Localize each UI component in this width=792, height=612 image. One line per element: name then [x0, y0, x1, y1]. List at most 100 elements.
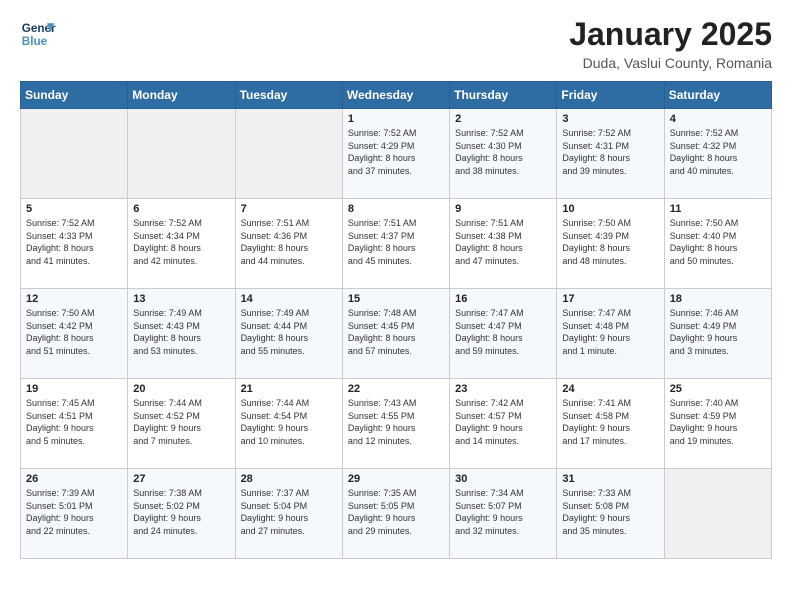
- day-info: Sunrise: 7:49 AM Sunset: 4:44 PM Dayligh…: [241, 307, 337, 357]
- calendar-cell: 31 Sunrise: 7:33 AM Sunset: 5:08 PM Dayli…: [557, 469, 664, 559]
- calendar-cell: 2 Sunrise: 7:52 AM Sunset: 4:30 PM Daylig…: [450, 109, 557, 199]
- calendar-week-3: 12 Sunrise: 7:50 AM Sunset: 4:42 PM Dayli…: [21, 289, 772, 379]
- calendar-cell: 25Sunrise: 7:40 AM Sunset: 4:59 PM Dayli…: [664, 379, 771, 469]
- day-info: Sunrise: 7:51 AM Sunset: 4:38 PM Dayligh…: [455, 217, 551, 267]
- calendar-cell: 23 Sunrise: 7:42 AM Sunset: 4:57 PM Dayli…: [450, 379, 557, 469]
- day-number: 31: [562, 473, 658, 485]
- calendar-week-2: 5 Sunrise: 7:52 AM Sunset: 4:33 PM Daylig…: [21, 199, 772, 289]
- day-number: 29: [348, 473, 444, 485]
- day-info: Sunrise: 7:52 AM Sunset: 4:30 PM Dayligh…: [455, 127, 551, 177]
- location: Duda, Vaslui County, Romania: [569, 55, 772, 71]
- day-info: Sunrise: 7:50 AM Sunset: 4:40 PM Dayligh…: [670, 217, 766, 267]
- calendar-cell: 14 Sunrise: 7:49 AM Sunset: 4:44 PM Dayli…: [235, 289, 342, 379]
- month-title: January 2025: [569, 16, 772, 53]
- header: General Blue January 2025 Duda, Vaslui C…: [20, 16, 772, 71]
- calendar-cell: 8Sunrise: 7:51 AM Sunset: 4:37 PM Daylig…: [342, 199, 449, 289]
- day-number: 10: [562, 203, 658, 215]
- calendar-cell: 5 Sunrise: 7:52 AM Sunset: 4:33 PM Daylig…: [21, 199, 128, 289]
- day-number: 12: [26, 293, 122, 305]
- calendar-cell: [21, 109, 128, 199]
- day-number: 24: [562, 383, 658, 395]
- svg-text:Blue: Blue: [22, 35, 48, 48]
- calendar-cell: [235, 109, 342, 199]
- calendar-cell: 6 Sunrise: 7:52 AM Sunset: 4:34 PM Daylig…: [128, 199, 235, 289]
- day-number: 5: [26, 203, 122, 215]
- day-header-thursday: Thursday: [450, 82, 557, 109]
- day-number: 22: [348, 383, 444, 395]
- day-number: 21: [241, 383, 337, 395]
- day-number: 19: [26, 383, 122, 395]
- day-info: Sunrise: 7:45 AM Sunset: 4:51 PM Dayligh…: [26, 397, 122, 447]
- day-number: 2: [455, 113, 551, 125]
- calendar: SundayMondayTuesdayWednesdayThursdayFrid…: [20, 81, 772, 559]
- calendar-cell: 19 Sunrise: 7:45 AM Sunset: 4:51 PM Dayli…: [21, 379, 128, 469]
- day-number: 23: [455, 383, 551, 395]
- day-info: Sunrise: 7:47 AM Sunset: 4:48 PM Dayligh…: [562, 307, 658, 357]
- day-number: 11: [670, 203, 766, 215]
- day-header-monday: Monday: [128, 82, 235, 109]
- day-info: Sunrise: 7:52 AM Sunset: 4:31 PM Dayligh…: [562, 127, 658, 177]
- day-info: Sunrise: 7:52 AM Sunset: 4:32 PM Dayligh…: [670, 127, 766, 177]
- day-info: Sunrise: 7:35 AM Sunset: 5:05 PM Dayligh…: [348, 487, 444, 537]
- calendar-cell: 21 Sunrise: 7:44 AM Sunset: 4:54 PM Dayli…: [235, 379, 342, 469]
- day-number: 26: [26, 473, 122, 485]
- day-info: Sunrise: 7:41 AM Sunset: 4:58 PM Dayligh…: [562, 397, 658, 447]
- calendar-cell: 22Sunrise: 7:43 AM Sunset: 4:55 PM Dayli…: [342, 379, 449, 469]
- day-number: 4: [670, 113, 766, 125]
- day-number: 13: [133, 293, 229, 305]
- day-info: Sunrise: 7:51 AM Sunset: 4:37 PM Dayligh…: [348, 217, 444, 267]
- day-info: Sunrise: 7:52 AM Sunset: 4:34 PM Dayligh…: [133, 217, 229, 267]
- day-header-tuesday: Tuesday: [235, 82, 342, 109]
- calendar-cell: 29 Sunrise: 7:35 AM Sunset: 5:05 PM Dayli…: [342, 469, 449, 559]
- calendar-cell: [664, 469, 771, 559]
- day-info: Sunrise: 7:39 AM Sunset: 5:01 PM Dayligh…: [26, 487, 122, 537]
- day-number: 28: [241, 473, 337, 485]
- calendar-cell: 15Sunrise: 7:48 AM Sunset: 4:45 PM Dayli…: [342, 289, 449, 379]
- day-info: Sunrise: 7:46 AM Sunset: 4:49 PM Dayligh…: [670, 307, 766, 357]
- day-info: Sunrise: 7:44 AM Sunset: 4:54 PM Dayligh…: [241, 397, 337, 447]
- calendar-cell: 28 Sunrise: 7:37 AM Sunset: 5:04 PM Dayli…: [235, 469, 342, 559]
- day-info: Sunrise: 7:38 AM Sunset: 5:02 PM Dayligh…: [133, 487, 229, 537]
- day-number: 7: [241, 203, 337, 215]
- day-info: Sunrise: 7:33 AM Sunset: 5:08 PM Dayligh…: [562, 487, 658, 537]
- calendar-cell: 1Sunrise: 7:52 AM Sunset: 4:29 PM Daylig…: [342, 109, 449, 199]
- title-block: January 2025 Duda, Vaslui County, Romani…: [569, 16, 772, 71]
- calendar-cell: 13 Sunrise: 7:49 AM Sunset: 4:43 PM Dayli…: [128, 289, 235, 379]
- day-info: Sunrise: 7:51 AM Sunset: 4:36 PM Dayligh…: [241, 217, 337, 267]
- calendar-cell: 11 Sunrise: 7:50 AM Sunset: 4:40 PM Dayli…: [664, 199, 771, 289]
- day-header-friday: Friday: [557, 82, 664, 109]
- day-info: Sunrise: 7:47 AM Sunset: 4:47 PM Dayligh…: [455, 307, 551, 357]
- day-info: Sunrise: 7:49 AM Sunset: 4:43 PM Dayligh…: [133, 307, 229, 357]
- day-header-sunday: Sunday: [21, 82, 128, 109]
- day-info: Sunrise: 7:50 AM Sunset: 4:42 PM Dayligh…: [26, 307, 122, 357]
- day-number: 14: [241, 293, 337, 305]
- day-header-wednesday: Wednesday: [342, 82, 449, 109]
- logo: General Blue: [20, 16, 56, 52]
- calendar-week-4: 19 Sunrise: 7:45 AM Sunset: 4:51 PM Dayli…: [21, 379, 772, 469]
- day-number: 3: [562, 113, 658, 125]
- calendar-cell: 30Sunrise: 7:34 AM Sunset: 5:07 PM Dayli…: [450, 469, 557, 559]
- calendar-cell: 3 Sunrise: 7:52 AM Sunset: 4:31 PM Daylig…: [557, 109, 664, 199]
- day-number: 20: [133, 383, 229, 395]
- day-number: 17: [562, 293, 658, 305]
- calendar-cell: 16Sunrise: 7:47 AM Sunset: 4:47 PM Dayli…: [450, 289, 557, 379]
- calendar-cell: [128, 109, 235, 199]
- day-number: 30: [455, 473, 551, 485]
- calendar-cell: 17 Sunrise: 7:47 AM Sunset: 4:48 PM Dayli…: [557, 289, 664, 379]
- day-number: 25: [670, 383, 766, 395]
- calendar-cell: 26 Sunrise: 7:39 AM Sunset: 5:01 PM Dayli…: [21, 469, 128, 559]
- day-number: 27: [133, 473, 229, 485]
- calendar-week-5: 26 Sunrise: 7:39 AM Sunset: 5:01 PM Dayli…: [21, 469, 772, 559]
- day-info: Sunrise: 7:52 AM Sunset: 4:33 PM Dayligh…: [26, 217, 122, 267]
- calendar-cell: 9 Sunrise: 7:51 AM Sunset: 4:38 PM Daylig…: [450, 199, 557, 289]
- day-info: Sunrise: 7:44 AM Sunset: 4:52 PM Dayligh…: [133, 397, 229, 447]
- day-number: 9: [455, 203, 551, 215]
- logo-icon: General Blue: [20, 16, 56, 52]
- day-number: 1: [348, 113, 444, 125]
- day-info: Sunrise: 7:37 AM Sunset: 5:04 PM Dayligh…: [241, 487, 337, 537]
- calendar-cell: 20 Sunrise: 7:44 AM Sunset: 4:52 PM Dayli…: [128, 379, 235, 469]
- day-info: Sunrise: 7:42 AM Sunset: 4:57 PM Dayligh…: [455, 397, 551, 447]
- day-header-saturday: Saturday: [664, 82, 771, 109]
- calendar-cell: 7 Sunrise: 7:51 AM Sunset: 4:36 PM Daylig…: [235, 199, 342, 289]
- day-number: 6: [133, 203, 229, 215]
